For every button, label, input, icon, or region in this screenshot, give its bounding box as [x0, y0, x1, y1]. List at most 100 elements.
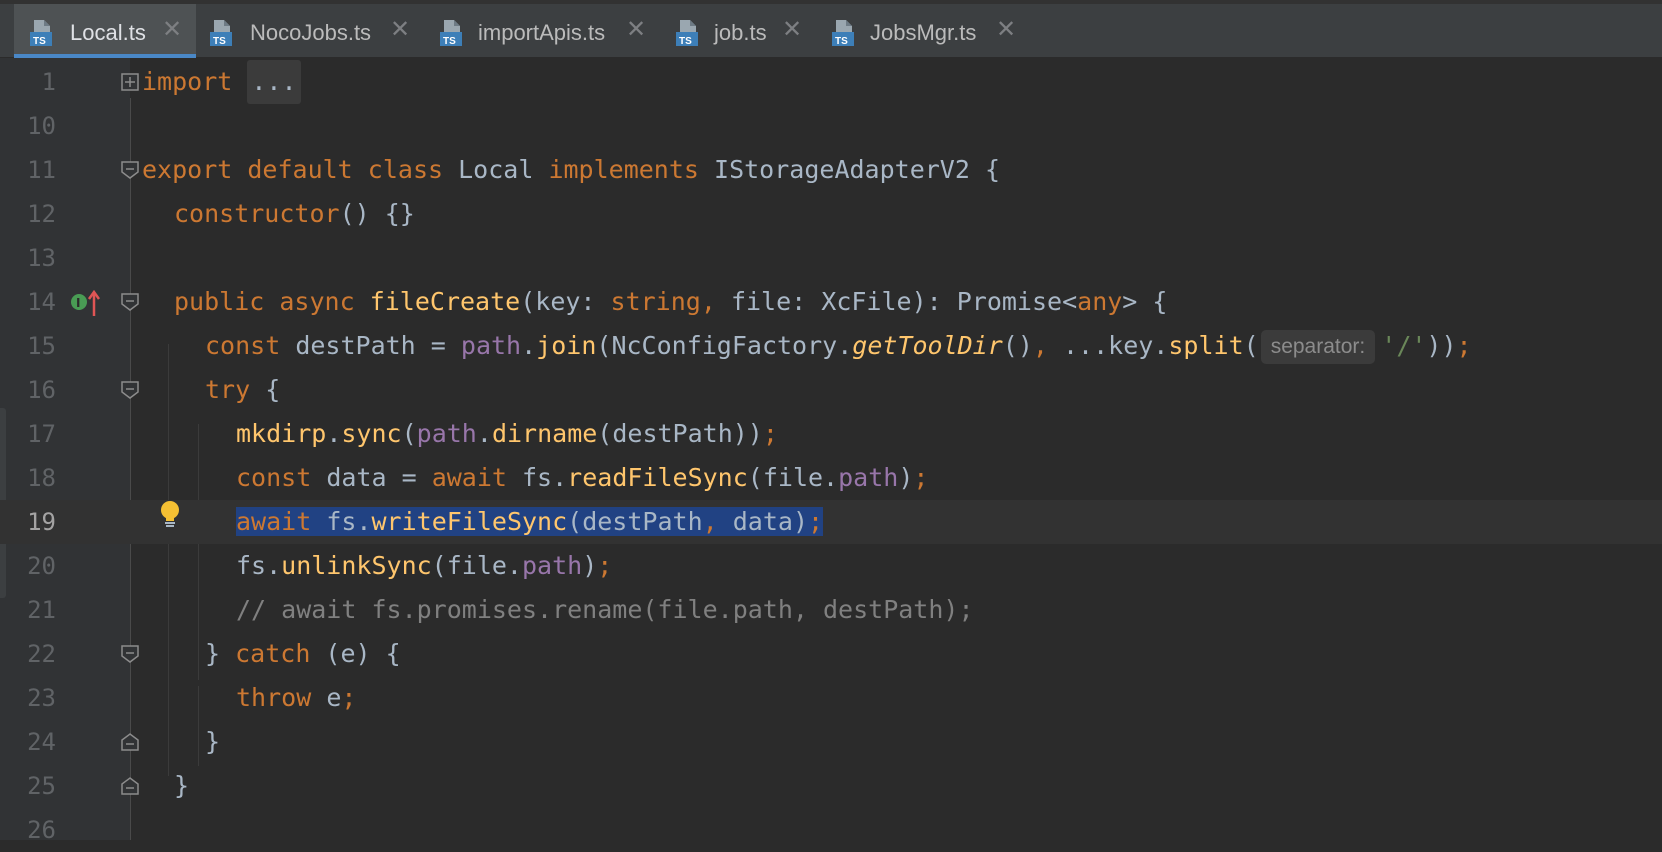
punctuation: , — [1032, 331, 1048, 360]
punctuation: ; — [808, 507, 824, 536]
punctuation: ; — [913, 463, 929, 492]
keyword: class — [367, 155, 444, 184]
code-token: > { — [1122, 287, 1168, 316]
code-token: (e) { — [310, 639, 401, 668]
svg-text:TS: TS — [443, 36, 456, 47]
fold-end-icon[interactable] — [121, 733, 139, 751]
keyword: catch — [235, 639, 311, 668]
code-line[interactable]: 20 fs.unlinkSync(file.path); — [0, 544, 1662, 588]
fold-end-icon[interactable] — [121, 777, 139, 795]
interface-name: IStorageAdapterV2 — [714, 155, 970, 184]
code-token: (destPath — [567, 507, 703, 536]
line-number: 20 — [27, 552, 56, 580]
code-line[interactable]: 11 export default class Local implements… — [0, 148, 1662, 192]
close-icon[interactable]: ✕ — [390, 18, 410, 42]
line-number: 21 — [27, 596, 56, 624]
code-token: ) — [898, 463, 914, 492]
code-line[interactable]: 22 } catch (e) { — [0, 632, 1662, 676]
line-number: 19 — [27, 508, 56, 536]
code-line[interactable]: 1 import ... — [0, 60, 1662, 104]
expand-fold-icon[interactable] — [121, 73, 139, 91]
typescript-file-icon: TS — [210, 20, 232, 47]
tab-local-ts[interactable]: TS Local.ts ✕ — [14, 4, 196, 58]
code-token: e — [311, 683, 342, 712]
code-token: destPath = — [280, 331, 461, 360]
line-number: 13 — [27, 244, 56, 272]
code-token: ) — [582, 551, 598, 580]
keyword: implements — [548, 155, 699, 184]
code-text: } — [205, 727, 221, 756]
code-line[interactable]: 18 const data = await fs.readFileSync(fi… — [0, 456, 1662, 500]
close-icon[interactable]: ✕ — [996, 18, 1016, 42]
code-line[interactable]: 16 try { — [0, 368, 1662, 412]
code-text: export default class Local implements IS… — [142, 148, 1000, 192]
code-token: fs. — [506, 463, 568, 492]
code-line[interactable]: 23 throw e; — [0, 676, 1662, 720]
implements-method-icon[interactable]: I — [70, 290, 100, 318]
punctuation: ; — [762, 419, 778, 448]
code-comment: // await fs.promises.rename(file.path, d… — [236, 595, 974, 624]
line-number: 22 — [27, 640, 56, 668]
code-token: () {} — [339, 199, 415, 228]
code-token: fs. — [311, 507, 372, 536]
close-icon[interactable]: ✕ — [782, 18, 802, 42]
collapse-fold-icon[interactable] — [121, 293, 139, 311]
code-line[interactable]: 26 — [0, 808, 1662, 852]
identifier: path — [460, 331, 522, 360]
code-line[interactable]: 10 — [0, 104, 1662, 148]
code-line[interactable]: 24 } — [0, 720, 1662, 764]
function-name: split — [1168, 331, 1244, 360]
function-name: fileCreate — [369, 287, 521, 316]
intention-bulb-icon[interactable] — [158, 500, 182, 532]
function-name: readFileSync — [567, 463, 748, 492]
code-text: const destPath = path.join(NcConfigFacto… — [205, 324, 1472, 368]
function-name: join — [536, 331, 597, 360]
typescript-file-icon: TS — [440, 20, 462, 47]
code-line[interactable]: 14 public async fileCreate(key: string, … — [0, 280, 1662, 324]
punctuation: . — [476, 419, 492, 448]
line-number: 24 — [27, 728, 56, 756]
code-line[interactable]: 13 — [0, 236, 1662, 280]
collapse-fold-icon[interactable] — [121, 381, 139, 399]
code-token: (file. — [431, 551, 522, 580]
code-line[interactable]: 21 // await fs.promises.rename(file.path… — [0, 588, 1662, 632]
code-token: (destPath)) — [597, 419, 763, 448]
close-icon[interactable]: ✕ — [162, 18, 182, 42]
code-text: const data = await fs.readFileSync(file.… — [236, 456, 928, 500]
tab-jobsmgr-ts[interactable]: TS JobsMgr.ts ✕ — [806, 4, 1018, 58]
code-text: import ... — [142, 60, 301, 104]
tab-label: NocoJobs.ts — [250, 20, 372, 45]
punctuation: ; — [1456, 331, 1472, 360]
code-text: } — [174, 771, 190, 800]
code-token: } — [205, 639, 236, 668]
punctuation: , — [702, 507, 718, 536]
code-token: )) — [1426, 331, 1457, 360]
punctuation: ; — [341, 683, 357, 712]
collapse-fold-icon[interactable] — [121, 645, 139, 663]
typescript-file-icon: TS — [832, 20, 854, 47]
function-name: unlinkSync — [281, 551, 432, 580]
string-literal: '/' — [1381, 331, 1427, 360]
svg-text:TS: TS — [835, 36, 848, 47]
text-selection[interactable]: await fs.writeFileSync(destPath, data); — [236, 507, 824, 536]
code-line[interactable]: 17 mkdirp.sync(path.dirname(destPath)); — [0, 412, 1662, 456]
code-token: file: XcFile): Promise< — [715, 287, 1078, 316]
code-text: fs.unlinkSync(file.path); — [236, 544, 612, 588]
code-line[interactable]: 15 const destPath = path.join(NcConfigFa… — [0, 324, 1662, 368]
code-line[interactable]: 25 } — [0, 764, 1662, 808]
code-text: throw e; — [236, 676, 356, 720]
tab-label: JobsMgr.ts — [870, 20, 977, 45]
line-number: 26 — [27, 816, 56, 844]
keyword: public — [174, 287, 265, 316]
tab-job-ts[interactable]: TS job.ts ✕ — [654, 4, 806, 58]
tab-nocojobs-ts[interactable]: TS NocoJobs.ts ✕ — [196, 4, 418, 58]
tab-label: job.ts — [714, 20, 767, 45]
code-line[interactable]: 12 constructor() {} — [0, 192, 1662, 236]
code-text: constructor() {} — [174, 192, 415, 236]
collapse-fold-icon[interactable] — [121, 161, 139, 179]
folded-region[interactable]: ... — [247, 60, 301, 104]
close-icon[interactable]: ✕ — [626, 18, 646, 42]
tab-importapis-ts[interactable]: TS importApis.ts ✕ — [418, 4, 654, 58]
code-token: (key: — [520, 287, 611, 316]
current-code-line[interactable]: 19 await fs.writeFileSync(destPath, data… — [0, 500, 1662, 544]
